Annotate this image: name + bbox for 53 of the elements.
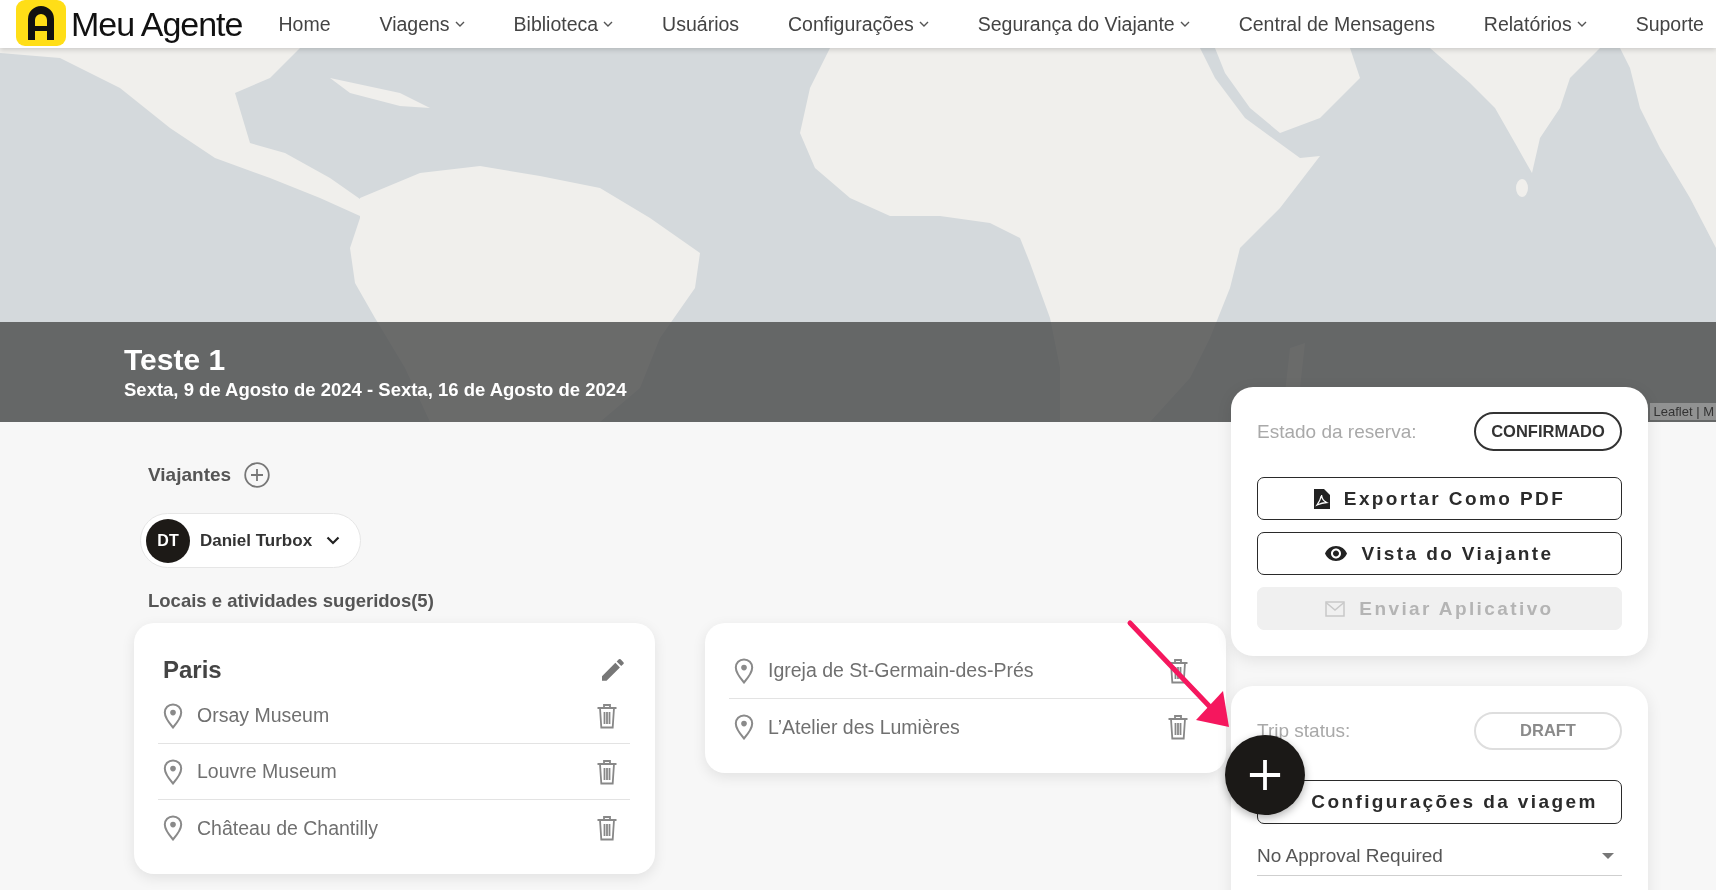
nav-link[interactable]: Usuários [662, 12, 740, 36]
pdf-file-icon [1313, 488, 1330, 509]
card-title: Paris [163, 656, 222, 684]
nav-link[interactable]: Central de Mensagens [1238, 12, 1435, 36]
section-heading: Locais e atividades sugeridos(5) [148, 589, 434, 613]
status-label: Estado da reserva: [1257, 420, 1417, 443]
trash-icon[interactable] [596, 702, 618, 729]
nav-menu-button[interactable]: Biblioteca [513, 12, 614, 36]
pencil-icon[interactable] [602, 659, 624, 681]
envelope-icon [1325, 600, 1346, 617]
trip-settings-button[interactable]: Configurações da viagem [1257, 780, 1622, 824]
status-badge: CONFIRMADO [1474, 412, 1622, 451]
status-badge: DRAFT [1474, 711, 1622, 750]
nav-link[interactable]: Home [278, 12, 331, 36]
trash-icon[interactable] [596, 758, 618, 785]
logo-icon[interactable] [16, 0, 66, 46]
place-name: Orsay Museum [197, 704, 331, 727]
trash-icon[interactable] [596, 815, 618, 841]
plus-icon [1248, 758, 1282, 792]
trip-title: Teste 1 [124, 342, 227, 378]
place-name: L’Atelier des Lumières [768, 715, 961, 739]
chevron-down-icon [918, 21, 929, 27]
section-heading: Viajantes [148, 463, 232, 487]
place-name: Igreja de St-Germain-des-Prés [768, 659, 1035, 682]
traveler-chip[interactable]: DT Daniel Turbox [140, 513, 362, 568]
map-pin-icon [163, 758, 183, 785]
eye-icon [1325, 546, 1348, 561]
map-pin-icon [734, 657, 754, 684]
nav-menu-button[interactable]: Relatórios [1483, 12, 1587, 36]
plus-circle-icon[interactable] [244, 462, 271, 488]
chevron-down-icon [326, 536, 341, 545]
chevron-down-icon [1179, 21, 1190, 27]
map-pin-icon [163, 702, 183, 729]
nav-menu-button[interactable]: Configurações [788, 12, 929, 36]
nav-menu-button[interactable]: Viagens [379, 12, 465, 36]
traveler-view-button[interactable]: Vista do Viajante [1257, 532, 1622, 575]
approval-dropdown[interactable]: No Approval Required [1257, 836, 1622, 876]
nav-menu-button[interactable]: Segurança do Viajante [977, 12, 1190, 36]
nav-link[interactable]: Suporte [1635, 12, 1704, 36]
map-attribution[interactable]: Leaflet | M [1649, 403, 1716, 420]
chevron-down-icon [603, 21, 614, 27]
export-pdf-button[interactable]: Exportar Como PDF [1257, 477, 1622, 520]
place-name: Château de Chantilly [197, 816, 380, 840]
chevron-down-icon [454, 21, 465, 27]
map-pin-icon [163, 815, 183, 841]
chevron-down-icon [1576, 21, 1587, 27]
trash-icon[interactable] [1167, 714, 1189, 740]
trip-dates: Sexta, 9 de Agosto de 2024 - Sexta, 16 de Agosto de 2024 [124, 378, 628, 402]
logo-text[interactable]: Meu Agente [71, 4, 243, 44]
caret-icon [1602, 852, 1614, 859]
map-pin-icon [734, 714, 754, 740]
place-name: Louvre Museum [197, 760, 338, 783]
avatar: DT [146, 518, 190, 563]
